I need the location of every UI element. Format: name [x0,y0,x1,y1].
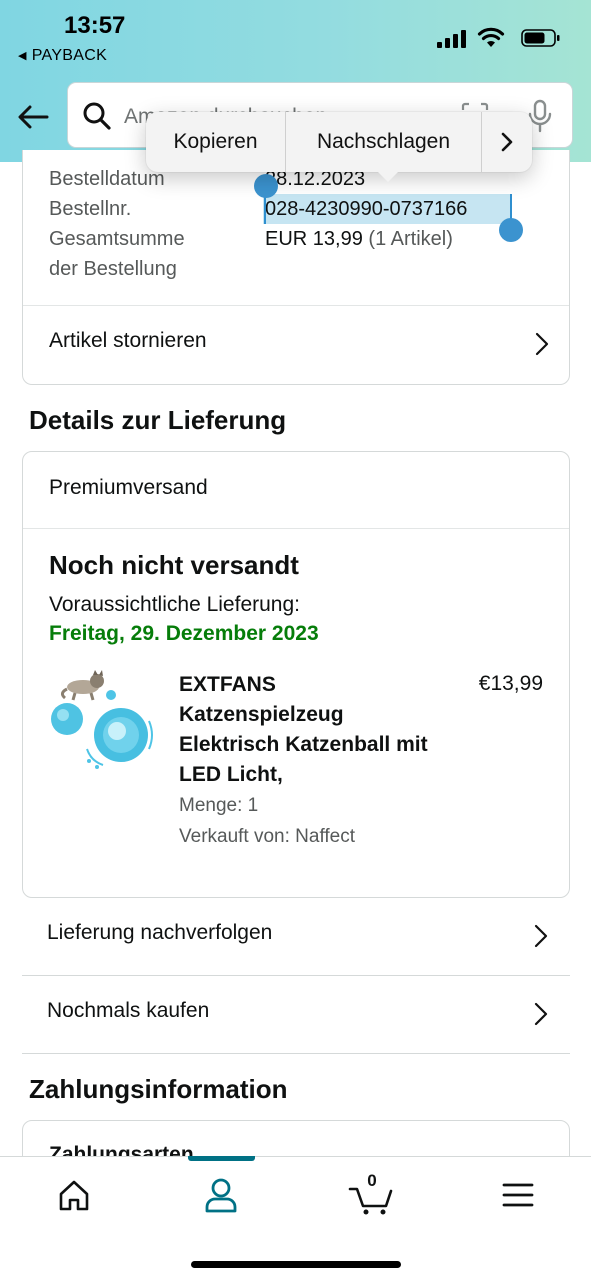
status-time: 13:57 [64,12,126,39]
shipping-status: Noch nicht versandt [49,550,299,580]
active-tab-indicator [188,1156,255,1161]
order-total-label: Gesamtsumme der Bestellung [49,224,185,284]
order-item-count: (1 Artikel) [368,228,453,250]
search-icon [83,102,111,130]
estimated-delivery-label: Voraussichtliche Lieferung: [49,593,300,616]
nav-home[interactable] [52,1175,96,1215]
chevron-right-icon [534,924,548,948]
back-button[interactable] [14,98,52,136]
selection-end-handle[interactable] [499,218,523,242]
chevron-right-icon [501,132,513,152]
product-seller: Verkauft von: Naffect [179,826,356,847]
payment-section-title: Zahlungsinformation [29,1074,288,1104]
buy-again-label: Nochmals kaufen [47,999,210,1022]
lookup-menu-item[interactable]: Nachschlagen [286,112,482,172]
wifi-icon [477,27,505,47]
copy-menu-item[interactable]: Kopieren [146,112,286,172]
order-summary-card: Bestelldatum 28.12.2023 Bestellnr. 028-4… [22,150,570,385]
order-total-label-line2: der Bestellung [49,258,177,280]
order-number-label: Bestellnr. [49,198,132,220]
back-app-label: PAYBACK [31,47,108,64]
order-total-label-line1: Gesamtsumme [49,228,185,250]
home-icon [59,1180,89,1211]
home-indicator [191,1261,401,1268]
back-triangle-icon: ◀ [18,50,27,62]
product-price: €13,99 [478,672,543,695]
arrow-left-icon [18,105,49,129]
delivery-card: Premiumversand Noch nicht versandt Vorau… [22,451,570,898]
buy-again-row[interactable]: Nochmals kaufen [22,976,570,1054]
nav-account[interactable] [199,1175,243,1215]
cancel-items-row[interactable]: Artikel stornieren [23,306,569,384]
text-selection-menu: Kopieren Nachschlagen [146,112,532,182]
chevron-right-icon [534,1002,548,1026]
menu-icon [502,1183,534,1207]
order-number-value[interactable]: 028-4230990-0737166 [265,194,467,224]
order-total-value: EUR 13,99 (1 Artikel) [265,224,453,254]
nav-cart[interactable]: 0 [348,1171,396,1215]
bottom-navigation: 0 [0,1156,591,1280]
product-image[interactable] [45,665,157,777]
battery-icon [521,29,560,47]
order-total-amount: EUR 13,99 [265,228,363,250]
back-to-app-link[interactable]: ◀ PAYBACK [18,47,107,65]
cart-count-badge: 0 [367,1171,377,1190]
nav-menu[interactable] [496,1175,540,1215]
product-quantity: Menge: 1 [179,795,259,816]
chevron-right-icon [535,332,549,356]
selection-start-handle[interactable] [254,174,278,198]
product-title-link[interactable]: EXTFANS Katzenspielzeug Elektrisch Katze… [179,670,439,790]
divider [23,528,569,529]
more-options-button[interactable] [482,112,532,172]
cancel-items-label: Artikel stornieren [49,329,207,352]
track-delivery-row[interactable]: Lieferung nachverfolgen [22,898,570,976]
estimated-delivery-date: Freitag, 29. Dezember 2023 [49,622,319,645]
menu-pointer [376,170,400,182]
delivery-section-title: Details zur Lieferung [29,405,287,435]
shipping-type: Premiumversand [49,476,208,499]
account-icon [205,1178,237,1213]
signal-icon [437,30,466,48]
track-delivery-label: Lieferung nachverfolgen [47,921,273,944]
